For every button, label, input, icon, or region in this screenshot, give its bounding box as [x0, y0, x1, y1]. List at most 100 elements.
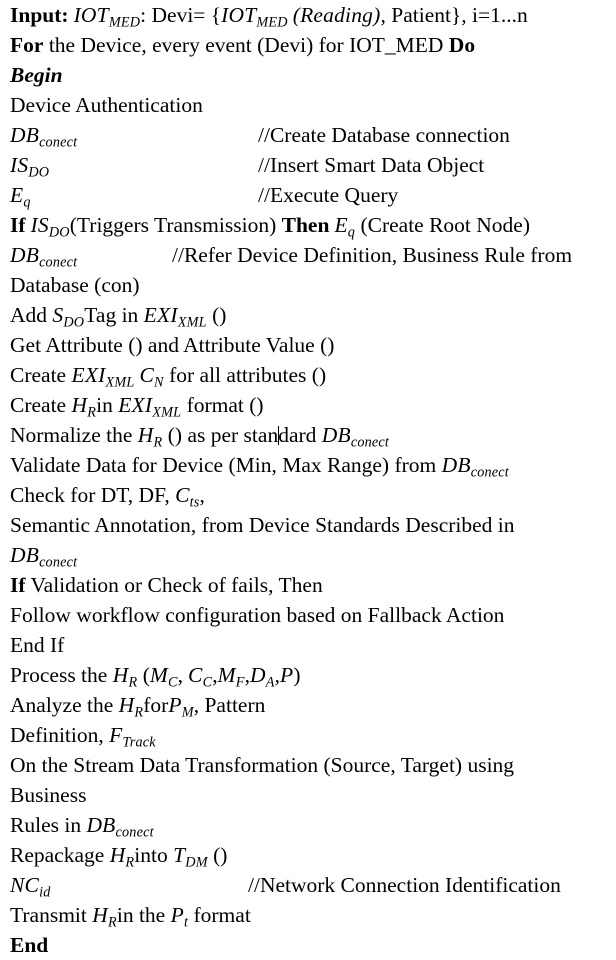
e-subscript-2: q [347, 224, 356, 241]
format-word-text: format [188, 903, 251, 927]
pseudocode-line-repackage: Repackage HRinto TDM () [0, 840, 616, 870]
if-keyword: If [10, 213, 26, 237]
pseudocode-line-business: Business [0, 780, 616, 810]
algorithm-pseudocode-page: Input: IOTMED: Devi= {IOTMED (Reading), Pa… [0, 0, 616, 957]
pseudocode-line-for: For the Device, every event (Devi) for I… [0, 30, 616, 60]
in-the-text: in the [116, 903, 171, 927]
comment-refer-device-definition: //Refer Device Definition, Business Rule… [172, 243, 573, 267]
iot-med-subscript-2: MED [256, 14, 288, 31]
is-symbol: IS [10, 153, 29, 177]
iot-med-symbol: IOT [73, 3, 109, 27]
create-keyword: Create [10, 363, 72, 387]
db-subscript: conect [39, 134, 78, 151]
pm-subscript: M [181, 704, 194, 721]
close-paren-text: ) [293, 663, 301, 687]
hr-symbol-4: H [118, 693, 135, 717]
mf-symbol: M [217, 663, 236, 687]
hr-subscript-6: R [107, 914, 117, 931]
in-text: in [96, 393, 119, 417]
validate-data-text: Validate Data for Device (Min, Max Range… [10, 453, 442, 477]
patient-text: , Patient}, i=1...n [380, 3, 528, 27]
add-keyword: Add [10, 303, 53, 327]
pseudocode-line-definition-ftrack: Definition, FTrack [0, 720, 616, 750]
cts-subscript: ts [189, 494, 200, 511]
pseudocode-line-analyze-hr: Analyze the HRforPM, Pattern [0, 690, 616, 720]
comment-execute-query: //Execute Query [258, 183, 399, 207]
stream-transformation-text: On the Stream Data Transformation (Sourc… [10, 753, 515, 777]
cn-subscript: N [154, 374, 164, 391]
mc-subscript: C [167, 674, 178, 691]
exi-symbol-3: EXI [118, 393, 153, 417]
rules-in-text: Rules in [10, 813, 87, 837]
pseudocode-line-nc-id: NCid //Network Connection Identification [0, 870, 616, 900]
hr-subscript-4: R [134, 704, 144, 721]
comment-network-connection-identification: //Network Connection Identification [248, 873, 561, 897]
as-per-standard-text-a: () as per stan [162, 423, 279, 447]
iot-med-subscript: MED [108, 14, 141, 31]
end-keyword: End [10, 933, 49, 957]
sdo-subscript: DO [63, 314, 85, 331]
pseudocode-line-normalize: Normalize the HR () as per standard DBco… [0, 420, 616, 450]
e-subscript: q [23, 194, 31, 211]
pseudocode-line-create-exi-cn: Create EXIXML CN for all attributes () [0, 360, 616, 390]
hr-symbol-3: H [112, 663, 129, 687]
open-paren-text: ( [137, 663, 150, 687]
db-symbol-2: DB [10, 243, 40, 267]
begin-keyword: Begin [10, 63, 63, 87]
reading-symbol: (Reading) [292, 3, 381, 27]
sep-1: , [177, 663, 184, 687]
hr-symbol-6: H [92, 903, 108, 927]
cts-symbol: C [175, 483, 190, 507]
semantic-annotation-text: Semantic Annotation, from Device Standar… [10, 513, 515, 537]
create-keyword-2: Create [10, 393, 72, 417]
pseudocode-line-transmit: Transmit HRin the Pt format [0, 900, 616, 930]
pseudocode-line-is-do: ISDO //Insert Smart Data Object [0, 150, 616, 180]
database-con-text: Database (con) [10, 273, 140, 297]
tag-in-text: Tag in [84, 303, 144, 327]
pseudocode-line-input: Input: IOTMED: Devi= {IOTMED (Reading), Pa… [0, 0, 616, 30]
is-subscript: DO [28, 164, 50, 181]
analyze-the-text: Analyze the [10, 693, 119, 717]
pm-symbol: P [168, 693, 182, 717]
comment-create-database-connection: //Create Database connection [258, 123, 510, 147]
get-attribute-text: Get Attribute () and Attribute Value () [10, 333, 335, 357]
db-subscript-6: conect [115, 824, 154, 841]
follow-workflow-text: Follow workflow configuration based on F… [10, 603, 505, 627]
then-keyword: Then [281, 213, 330, 237]
db-symbol-4: DB [441, 453, 471, 477]
f-symbol: F [109, 723, 123, 747]
pseudocode-line-db-conect-2: DBconect //Refer Device Definition, Busi… [0, 240, 616, 270]
device-authentication-text: Device Authentication [10, 93, 203, 117]
normalize-the-text: Normalize the [10, 423, 138, 447]
parens-text: () [206, 303, 227, 327]
do-keyword: Do [448, 33, 476, 57]
hr-subscript: R [87, 404, 97, 421]
pseudocode-line-validate: Validate Data for Device (Min, Max Range… [0, 450, 616, 480]
triggers-transmission-text: (Triggers Transmission) [69, 213, 282, 237]
validation-check-text: Validation or Check of fails, Then [25, 573, 323, 597]
into-text: into [134, 843, 174, 867]
is-symbol-2: IS [30, 213, 49, 237]
da-subscript: A [265, 674, 275, 691]
format-text: format () [181, 393, 264, 417]
is-subscript-2: DO [48, 224, 70, 241]
input-label: Input: [10, 3, 69, 27]
pseudocode-line-get-attribute: Get Attribute () and Attribute Value () [0, 330, 616, 360]
exi-subscript: XML [177, 314, 207, 331]
if-keyword-2: If [10, 573, 26, 597]
e-symbol-2: E [334, 213, 348, 237]
create-root-node-text: (Create Root Node) [355, 213, 531, 237]
hr-subscript-5: R [125, 854, 135, 871]
pseudocode-line-if-isdo: If ISDO(Triggers Transmission) Then Eq (Cr… [0, 210, 616, 240]
db-symbol: DB [10, 123, 40, 147]
as-per-standard-text-b: dard [278, 423, 322, 447]
nc-subscript: id [39, 884, 51, 901]
p-symbol: P [279, 663, 294, 687]
pseudocode-line-db-conect-1: DBconect //Create Database connection [0, 120, 616, 150]
pseudocode-line-check-dt-df: Check for DT, DF, Cts, [0, 480, 616, 510]
end-if-text: End If [10, 633, 65, 657]
db-subscript-3: conect [350, 434, 390, 451]
mf-subscript: F [235, 674, 245, 691]
business-text: Business [10, 783, 87, 807]
nc-symbol: NC [10, 873, 40, 897]
